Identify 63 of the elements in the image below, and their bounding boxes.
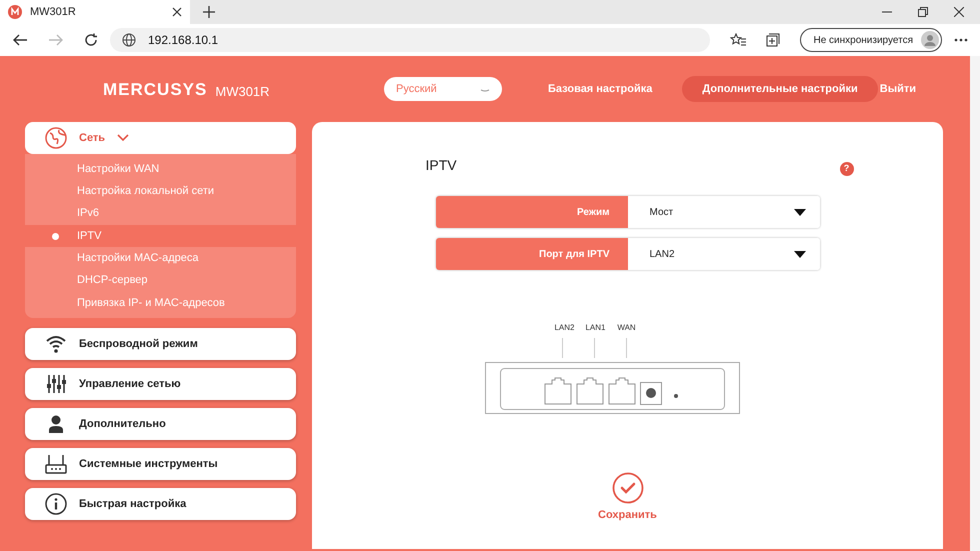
close-icon[interactable] xyxy=(954,7,964,17)
save-button[interactable]: Сохранить xyxy=(598,472,657,524)
logo: MERCUSYS xyxy=(103,80,208,98)
restore-icon[interactable] xyxy=(918,7,928,17)
globe-icon xyxy=(45,127,67,149)
browser-tab[interactable]: MW301R xyxy=(0,0,190,24)
port-label: LAN1 xyxy=(584,322,606,334)
nav-tab[interactable]: Дополнительные настройки xyxy=(682,76,878,102)
menu-section[interactable]: Сеть xyxy=(25,122,296,154)
address-field[interactable]: 192.168.10.1 xyxy=(110,28,710,52)
menu-section[interactable]: Быстрая настройка xyxy=(25,488,296,520)
menu-section-label: Сеть xyxy=(79,130,106,146)
help-button[interactable]: ? xyxy=(840,162,854,176)
field-label: Режим xyxy=(436,196,628,228)
menu-section-label: Дополнительно xyxy=(79,416,166,432)
port-label: LAN2 xyxy=(554,322,576,334)
menu-section-label: Быстрая настройка xyxy=(79,496,186,512)
submenu-item[interactable]: Настройки WAN xyxy=(25,158,296,180)
submenu-item[interactable]: Настройка локальной сети xyxy=(25,180,296,203)
menu-section-label: Управление сетью xyxy=(79,376,181,392)
tab-title: MW301R xyxy=(30,4,77,20)
caret-icon xyxy=(794,208,806,216)
field-label: Порт для IPTV xyxy=(436,238,628,270)
sync-button[interactable]: Не синхронизируется xyxy=(800,28,942,52)
new-tab-icon[interactable] xyxy=(202,5,216,19)
logout-link[interactable]: Выйти xyxy=(880,80,916,98)
select-value: LAN2 xyxy=(650,248,675,262)
submenu-item[interactable]: Настройки MAC-адреса xyxy=(25,247,296,270)
collections-icon[interactable] xyxy=(766,33,780,47)
menu-section[interactable]: Системные инструменты xyxy=(25,448,296,480)
back-icon[interactable] xyxy=(12,33,28,47)
info-icon xyxy=(45,493,67,516)
reload-icon[interactable] xyxy=(84,33,98,47)
menu-section[interactable]: Управление сетью xyxy=(25,368,296,400)
favorites-icon[interactable] xyxy=(730,33,746,47)
sliders-icon xyxy=(45,373,67,396)
select-field[interactable]: LAN2 xyxy=(628,238,820,270)
select-field[interactable]: Мост xyxy=(628,196,820,228)
more-icon[interactable] xyxy=(954,38,968,42)
avatar-icon xyxy=(921,31,939,49)
site-icon xyxy=(8,5,22,19)
submenu-item[interactable]: IPv6 xyxy=(25,202,296,225)
menu-section[interactable]: Дополнительно xyxy=(25,408,296,440)
check-icon xyxy=(612,472,644,504)
page-title: IPTV xyxy=(426,156,457,175)
caret-icon xyxy=(794,250,806,258)
language-value: Русский xyxy=(396,82,437,97)
wifi-icon xyxy=(45,333,67,356)
menu-section-label: Беспроводной режим xyxy=(79,336,198,352)
submenu-item[interactable]: IPTV xyxy=(25,224,296,248)
model-name: MW301R xyxy=(215,84,270,98)
submenu-item[interactable]: DHCP-сервер xyxy=(25,269,296,292)
router-icon xyxy=(45,453,67,476)
menu-section[interactable]: Беспроводной режим xyxy=(25,328,296,360)
submenu-item[interactable]: Привязка IP- и MAC-адресов xyxy=(25,292,296,314)
nav-tab[interactable]: Базовая настройка xyxy=(528,76,672,102)
close-icon[interactable] xyxy=(172,7,182,17)
address-text: 192.168.10.1 xyxy=(148,32,218,49)
globe-icon xyxy=(122,33,136,47)
menu-section-label: Системные инструменты xyxy=(79,456,218,472)
port-label: WAN xyxy=(616,322,637,334)
language-select[interactable]: Русский xyxy=(384,77,502,101)
select-value: Мост xyxy=(650,206,674,220)
